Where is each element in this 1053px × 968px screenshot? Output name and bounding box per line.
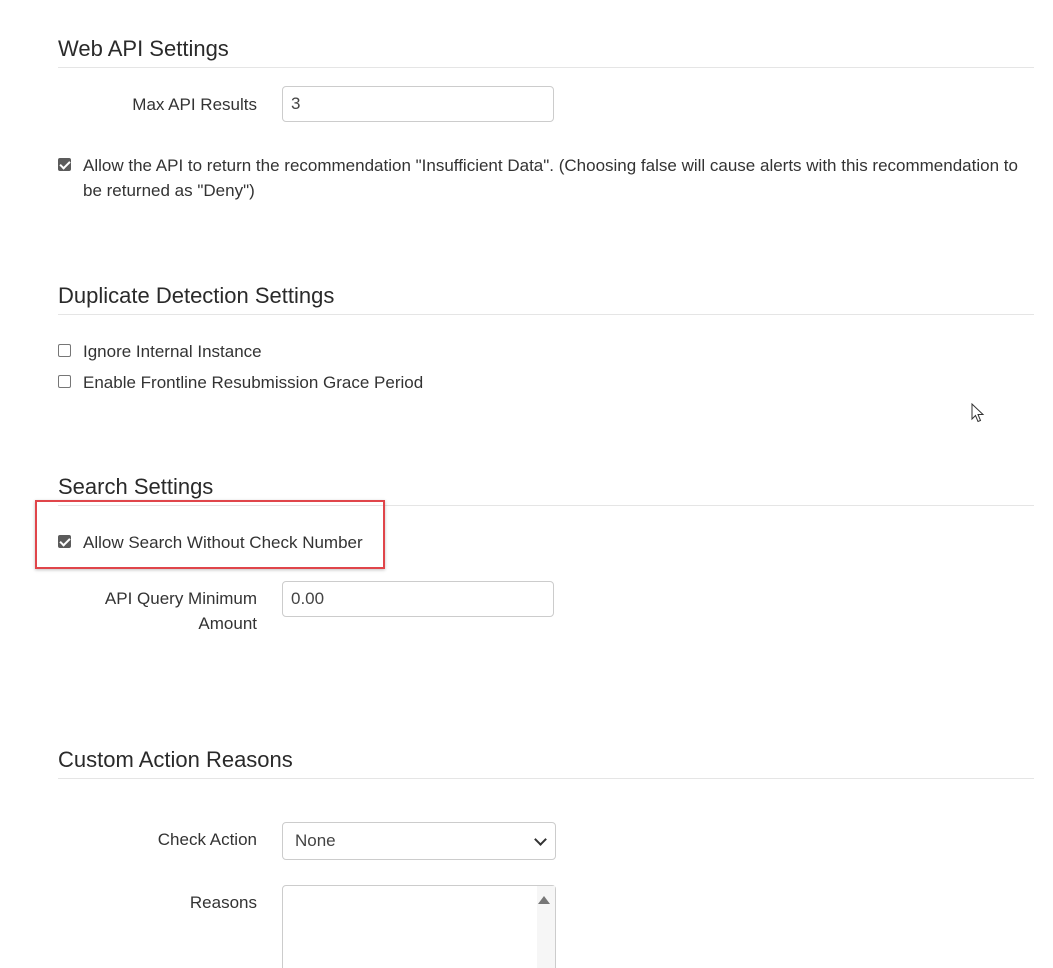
grace-period-label: Enable Frontline Resubmission Grace Peri… [83,373,424,392]
max-api-results-input[interactable] [282,86,554,122]
custom-action-reasons-title: Custom Action Reasons [58,747,293,772]
api-query-minimum-amount-input[interactable] [282,581,554,617]
check-action-select[interactable]: None [282,822,556,860]
search-settings-title: Search Settings [58,474,214,499]
max-api-results-label: Max API Results [132,95,257,114]
web-api-settings-title: Web API Settings [58,36,229,61]
ignore-internal-checkbox[interactable] [58,344,71,357]
ignore-internal-label: Ignore Internal Instance [83,342,262,361]
grace-period-option[interactable]: Enable Frontline Resubmission Grace Peri… [58,370,423,395]
insufficient-data-checkbox[interactable] [58,158,71,171]
highlight-box [35,500,385,569]
check-action-selected-value: None [295,831,336,850]
check-action-label: Check Action [157,830,257,849]
settings-page: Web API Settings Max API Results Allow t… [0,0,1053,968]
insufficient-data-option[interactable]: Allow the API to return the recommendati… [58,153,1028,203]
section-divider [58,778,1034,779]
reasons-textarea[interactable] [282,885,556,968]
api-query-minimum-amount-label: API Query Minimum Amount [104,589,257,633]
reasons-label: Reasons [189,893,257,912]
duplicate-detection-title: Duplicate Detection Settings [58,283,335,308]
mouse-cursor-icon [971,403,985,423]
scrollbar[interactable] [537,886,555,968]
scroll-up-arrow-icon[interactable] [538,896,550,904]
insufficient-data-label: Allow the API to return the recommendati… [83,156,1018,200]
grace-period-checkbox[interactable] [58,375,71,388]
chevron-down-icon [534,833,547,846]
section-divider [58,67,1034,68]
section-divider [58,314,1034,315]
ignore-internal-option[interactable]: Ignore Internal Instance [58,339,262,364]
